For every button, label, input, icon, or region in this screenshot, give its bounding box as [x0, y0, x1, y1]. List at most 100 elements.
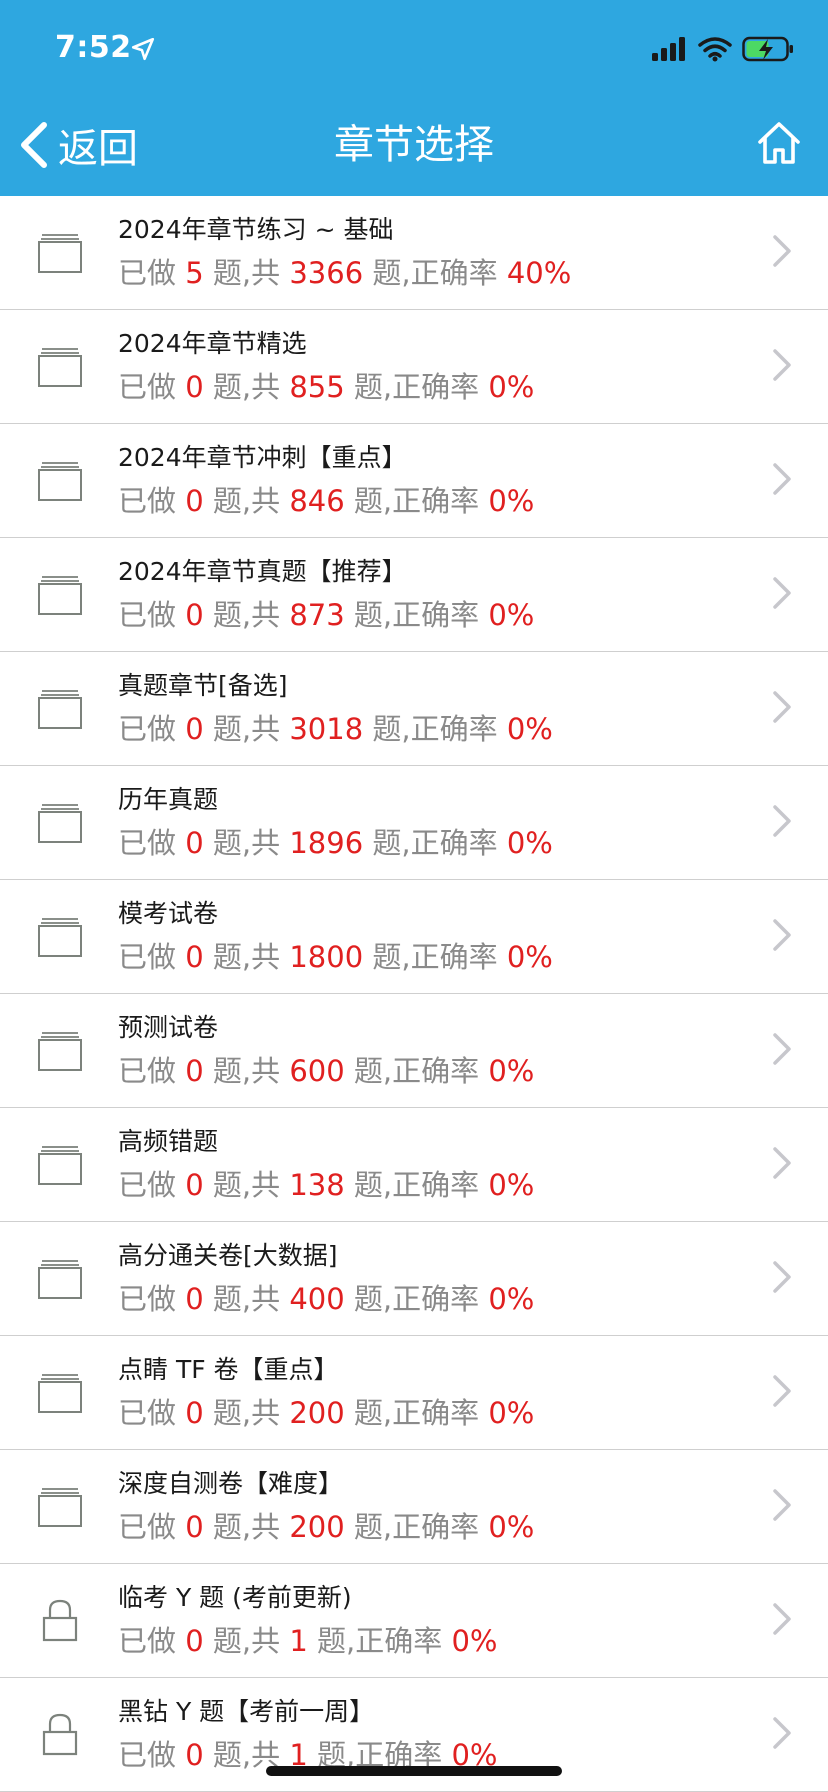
done-prefix: 已做: [118, 484, 186, 518]
chapter-stats: 已做 0 题,共 200 题,正确率 0%: [118, 1390, 534, 1432]
questions-unit: 题: [212, 1624, 242, 1658]
done-count: 0: [185, 484, 204, 518]
accuracy-value: 0%: [488, 370, 535, 404]
chapter-row[interactable]: 2024年章节精选 已做 0 题,共 855 题,正确率 0%: [0, 310, 828, 424]
chapter-stats: 已做 0 题,共 600 题,正确率 0%: [118, 1048, 534, 1090]
done-count: 0: [185, 940, 204, 974]
chapter-row[interactable]: 点睛 TF 卷【重点】 已做 0 题,共 200 题,正确率 0%: [0, 1336, 828, 1450]
chapter-row[interactable]: 历年真题 已做 0 题,共 1896 题,正确率 0%: [0, 766, 828, 880]
chapter-row[interactable]: 高频错题 已做 0 题,共 138 题,正确率 0%: [0, 1108, 828, 1222]
chevron-right-icon: [773, 805, 791, 837]
lock-icon: [36, 1596, 84, 1644]
total-count: 873: [289, 598, 345, 632]
chevron-right-icon: [773, 577, 791, 609]
chapter-stats: 已做 0 题,共 1 题,正确率 0%: [118, 1618, 497, 1660]
total-count: 400: [289, 1282, 345, 1316]
accuracy-prefix: 题,正确率: [317, 1624, 452, 1658]
done-prefix: 已做: [118, 940, 186, 974]
accuracy-value: 0%: [506, 826, 553, 860]
chapter-row[interactable]: 真题章节[备选] 已做 0 题,共 3018 题,正确率 0%: [0, 652, 828, 766]
accuracy-value: 0%: [506, 940, 553, 974]
chevron-right-icon: [773, 919, 791, 951]
chevron-right-icon: [773, 349, 791, 381]
chapter-row[interactable]: 2024年章节真题【推荐】 已做 0 题,共 873 题,正确率 0%: [0, 538, 828, 652]
accuracy-prefix: 题,正确率: [372, 712, 507, 746]
chapter-stats: 已做 5 题,共 3366 题,正确率 40%: [118, 250, 571, 292]
accuracy-prefix: 题,正确率: [353, 1510, 489, 1544]
chevron-right-icon: [773, 1717, 791, 1749]
accuracy-value: 0%: [506, 712, 553, 746]
accuracy-value: 40%: [506, 256, 572, 290]
chevron-right-icon: [773, 1033, 791, 1065]
done-count: 0: [185, 1168, 204, 1202]
status-icons: [652, 34, 794, 64]
folder-stack-icon: [36, 912, 84, 960]
chapter-title: 高频错题: [118, 1127, 219, 1156]
chapter-stats: 已做 0 题,共 1800 题,正确率 0%: [118, 934, 553, 976]
folder-stack-icon: [36, 456, 84, 504]
done-count: 0: [185, 1396, 204, 1430]
accuracy-value: 0%: [488, 598, 535, 632]
accuracy-value: 0%: [451, 1624, 498, 1658]
chapter-row[interactable]: 2024年章节练习 ~ 基础 已做 5 题,共 3366 题,正确率 40%: [0, 196, 828, 310]
chapter-title: 模考试卷: [118, 899, 219, 928]
chapter-row[interactable]: 2024年章节冲刺【重点】 已做 0 题,共 846 题,正确率 0%: [0, 424, 828, 538]
chapter-title: 高分通关卷[大数据]: [118, 1241, 338, 1270]
chevron-right-icon: [773, 235, 791, 267]
questions-unit: 题: [212, 1738, 242, 1772]
accuracy-prefix: 题,正确率: [353, 1396, 489, 1430]
accuracy-value: 0%: [488, 1054, 535, 1088]
total-count: 200: [289, 1396, 345, 1430]
done-prefix: 已做: [118, 1738, 186, 1772]
folder-stack-icon: [36, 570, 84, 618]
chapter-title: 2024年章节真题【推荐】: [118, 557, 407, 586]
folder-stack-icon: [36, 798, 84, 846]
chapter-list: 2024年章节练习 ~ 基础 已做 5 题,共 3366 题,正确率 40% 2…: [0, 196, 828, 1792]
chapter-stats: 已做 0 题,共 138 题,正确率 0%: [118, 1162, 534, 1204]
battery-charging-icon: [742, 36, 793, 62]
location-arrow-icon: [131, 37, 155, 61]
chapter-row[interactable]: 临考 Y 题 (考前更新) 已做 0 题,共 1 题,正确率 0%: [0, 1564, 828, 1678]
total-prefix: ,共: [241, 1510, 290, 1544]
chapter-title: 点睛 TF 卷【重点】: [118, 1355, 339, 1384]
accuracy-prefix: 题,正确率: [353, 484, 489, 518]
chapter-row[interactable]: 高分通关卷[大数据] 已做 0 题,共 400 题,正确率 0%: [0, 1222, 828, 1336]
chapter-row[interactable]: 深度自测卷【难度】 已做 0 题,共 200 题,正确率 0%: [0, 1450, 828, 1564]
chapter-title: 黑钻 Y 题【考前一周】: [118, 1697, 375, 1726]
done-count: 0: [185, 370, 204, 404]
folder-stack-icon: [36, 1254, 84, 1302]
folder-stack-icon: [36, 342, 84, 390]
done-count: 0: [185, 1282, 204, 1316]
total-prefix: ,共: [241, 1282, 290, 1316]
questions-unit: 题: [212, 712, 242, 746]
total-prefix: ,共: [241, 370, 290, 404]
questions-unit: 题: [212, 370, 242, 404]
chapter-row[interactable]: 模考试卷 已做 0 题,共 1800 题,正确率 0%: [0, 880, 828, 994]
lock-icon: [36, 1710, 84, 1758]
accuracy-value: 0%: [488, 1396, 535, 1430]
done-prefix: 已做: [118, 1396, 186, 1430]
total-prefix: ,共: [241, 256, 290, 290]
done-prefix: 已做: [118, 1282, 186, 1316]
back-button[interactable]: 返回: [18, 118, 138, 172]
done-count: 0: [185, 826, 204, 860]
home-icon[interactable]: [756, 120, 802, 166]
chevron-left-icon: [21, 122, 47, 168]
done-count: 0: [185, 1738, 204, 1772]
folder-stack-icon: [36, 684, 84, 732]
accuracy-value: 0%: [488, 1282, 535, 1316]
chapter-stats: 已做 0 题,共 855 题,正确率 0%: [118, 364, 534, 406]
questions-unit: 题: [212, 826, 242, 860]
chapter-stats: 已做 0 题,共 1896 题,正确率 0%: [118, 820, 553, 862]
chapter-stats: 已做 0 题,共 400 题,正确率 0%: [118, 1276, 534, 1318]
total-prefix: ,共: [241, 1054, 290, 1088]
questions-unit: 题: [212, 1168, 242, 1202]
questions-unit: 题: [212, 940, 242, 974]
total-prefix: ,共: [241, 826, 290, 860]
questions-unit: 题: [212, 1396, 242, 1430]
questions-unit: 题: [212, 1510, 242, 1544]
chapter-row[interactable]: 预测试卷 已做 0 题,共 600 题,正确率 0%: [0, 994, 828, 1108]
accuracy-prefix: 题,正确率: [353, 1168, 489, 1202]
total-count: 138: [289, 1168, 345, 1202]
wifi-icon: [698, 37, 732, 62]
